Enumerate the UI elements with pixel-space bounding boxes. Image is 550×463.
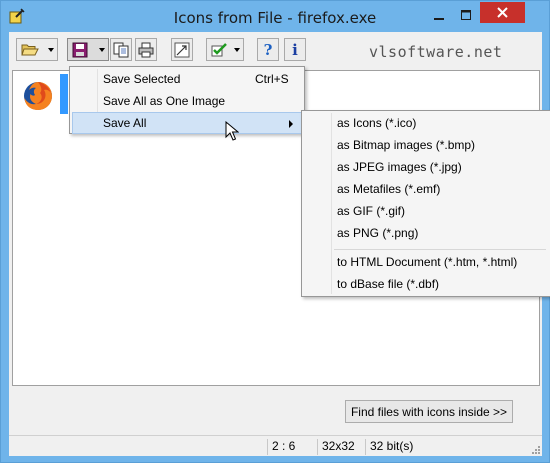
save-button[interactable] [67,38,109,61]
question-icon: ? [263,40,273,59]
toolbar: ? i vlsoftware.net [9,32,542,68]
menu-item-label: as Metafiles (*.emf) [337,182,441,196]
menu-item-label: Save All [103,116,147,130]
status-position: 2 : 6 [267,439,315,455]
menu-item-save-all-one-image[interactable]: Save All as One Image [72,91,302,113]
find-bar: Find files with icons inside >> [12,388,540,434]
print-button[interactable] [135,38,157,61]
menu-item-save-all[interactable]: Save All [72,112,302,134]
firefox-icon[interactable] [22,80,54,112]
menu-item-label: as Bitmap images (*.bmp) [337,138,476,152]
chevron-down-icon [99,48,105,52]
mouse-cursor-icon [225,121,239,141]
copy-button[interactable] [110,38,132,61]
menu-item-label: Save Selected [103,72,181,86]
minimize-button[interactable] [426,5,452,25]
folder-open-icon [21,44,39,55]
copy-icon [113,42,129,57]
status-depth: 32 bit(s) [365,439,525,455]
minimize-icon [434,18,444,20]
submenu-arrow-icon [289,120,293,128]
save-menu: Save Selected Ctrl+S Save All as One Ima… [69,66,305,134]
open-button[interactable] [16,38,58,61]
status-bar: 2 : 6 32x32 32 bit(s) [9,435,542,456]
close-icon [497,7,508,18]
menu-separator [334,249,546,250]
maximize-button[interactable] [453,5,479,25]
menu-item-label: to dBase file (*.dbf) [337,277,440,291]
printer-icon [138,42,154,57]
status-empty [9,439,265,455]
title-bar[interactable]: Icons from File - firefox.exe [1,1,549,34]
find-files-button[interactable]: Find files with icons inside >> [345,400,513,423]
menu-item-shortcut: Ctrl+S [255,72,289,86]
chevron-down-icon [48,48,54,52]
brand-label: vlsoftware.net [369,43,503,61]
menu-item-as-gif[interactable]: as GIF (*.gif) [304,201,548,223]
menu-item-label: as JPEG images (*.jpg) [337,160,462,174]
menu-item-as-bmp[interactable]: as Bitmap images (*.bmp) [304,135,548,157]
resize-grip-icon[interactable] [530,444,540,454]
info-icon: i [292,40,298,59]
menu-item-as-jpg[interactable]: as JPEG images (*.jpg) [304,157,548,179]
menu-item-to-html[interactable]: to HTML Document (*.htm, *.html) [304,252,548,274]
menu-item-label: as PNG (*.png) [337,226,419,240]
menu-item-as-emf[interactable]: as Metafiles (*.emf) [304,179,548,201]
menu-item-label: as Icons (*.ico) [337,116,417,130]
close-button[interactable] [480,2,525,23]
menu-item-save-selected[interactable]: Save Selected Ctrl+S [72,69,302,91]
status-size: 32x32 [317,439,363,455]
resize-button[interactable] [171,38,193,61]
save-all-submenu: as Icons (*.ico) as Bitmap images (*.bmp… [301,110,550,297]
info-button[interactable]: i [284,38,306,61]
menu-item-to-dbf[interactable]: to dBase file (*.dbf) [304,274,548,296]
selection-highlight [60,74,68,114]
floppy-disk-icon [72,42,88,57]
menu-item-label: to HTML Document (*.htm, *.html) [337,255,518,269]
menu-item-as-ico[interactable]: as Icons (*.ico) [304,113,548,135]
menu-item-as-png[interactable]: as PNG (*.png) [304,223,548,245]
maximize-icon [461,10,471,20]
chevron-down-icon [234,48,240,52]
resize-icon [174,42,190,57]
menu-item-label: as GIF (*.gif) [337,204,406,218]
menu-item-label: Save All as One Image [103,94,226,108]
select-button[interactable] [206,38,244,61]
checkmark-icon [211,42,227,56]
help-button[interactable]: ? [257,38,279,61]
